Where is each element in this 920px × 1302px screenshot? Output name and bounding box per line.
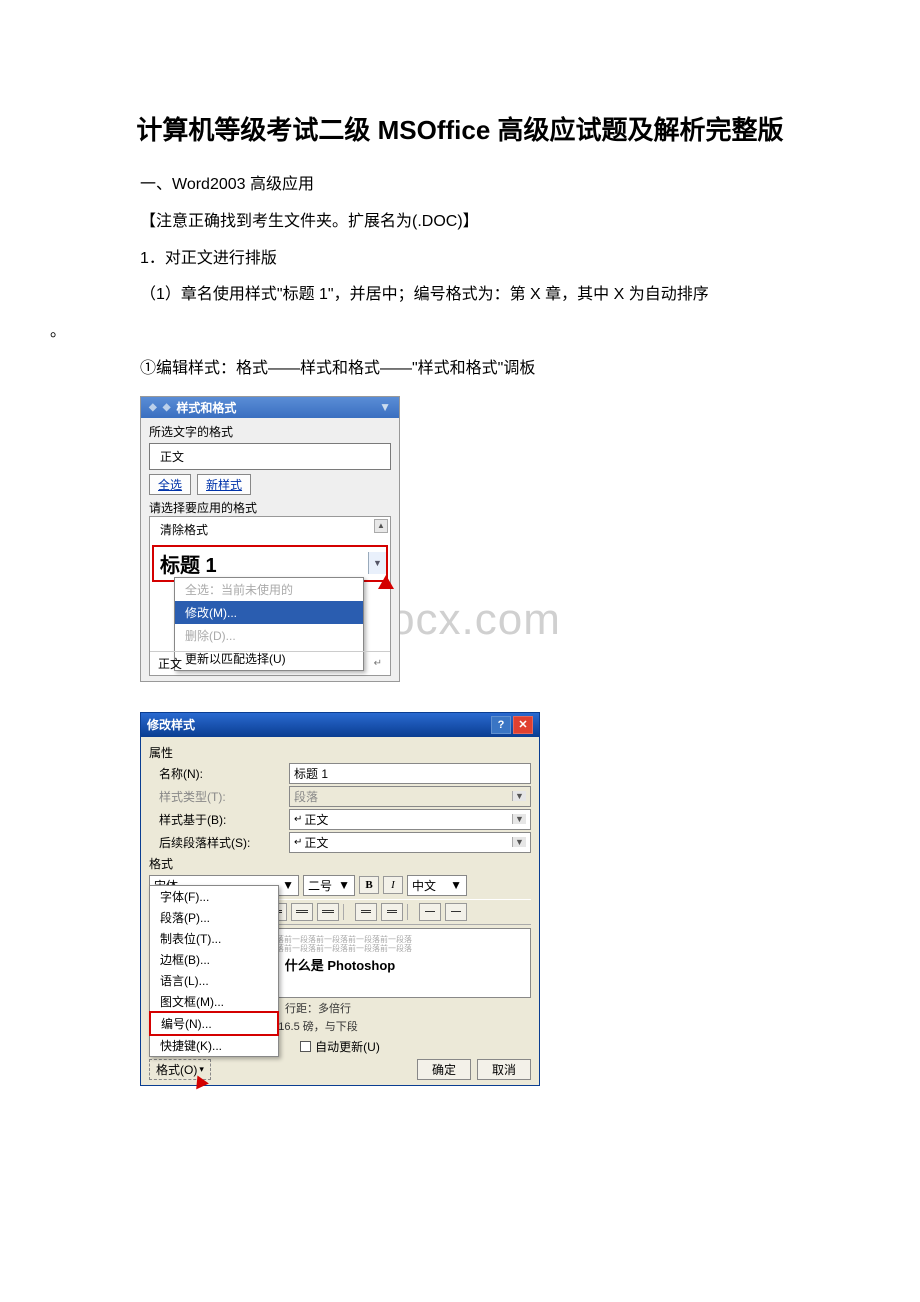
- choose-format-label: 请选择要应用的格式: [149, 499, 391, 516]
- body-text-item[interactable]: 正文 ↵: [150, 651, 390, 675]
- panel-dropdown-icon[interactable]: ▼: [379, 400, 391, 414]
- close-icon[interactable]: ✕: [513, 716, 533, 734]
- type-combo: 段落▼: [289, 786, 531, 807]
- name-label: 名称(N):: [159, 765, 289, 782]
- lang-combo[interactable]: 中文▼: [407, 875, 467, 896]
- paragraph-mark-icon: ↵: [294, 814, 302, 825]
- paragraph-step1: ①编辑样式：格式——样式和格式——"样式和格式"调板: [50, 351, 870, 388]
- follow-style-label: 后续段落样式(S):: [159, 834, 289, 851]
- nav-back-icon[interactable]: ◆: [149, 402, 157, 413]
- body-text-label: 正文: [158, 655, 182, 672]
- ok-button[interactable]: 确定: [417, 1059, 471, 1080]
- based-on-label: 样式基于(B):: [159, 811, 289, 828]
- indent-inc-button[interactable]: [381, 903, 403, 921]
- fm-tabs[interactable]: 制表位(T)...: [150, 928, 278, 949]
- annotation-arrow-icon: [378, 575, 394, 589]
- cm-modify[interactable]: 修改(M)...: [175, 601, 363, 624]
- fm-frame[interactable]: 图文框(M)...: [150, 991, 278, 1012]
- chevron-down-icon[interactable]: ▼: [450, 878, 462, 892]
- cm-select-all[interactable]: 全选：当前未使用的: [175, 578, 363, 601]
- paragraph-mark-icon: ↵: [374, 658, 382, 669]
- scroll-up-icon[interactable]: ▲: [374, 519, 388, 533]
- chevron-down-icon[interactable]: ▼: [512, 814, 526, 824]
- properties-section-label: 属性: [149, 744, 531, 761]
- name-input[interactable]: 标题 1: [289, 763, 531, 784]
- styles-formatting-panel: ◆ ◆ 样式和格式 ▼ 所选文字的格式 正文 全选 新样式 请选择要应用的格式 …: [140, 396, 400, 682]
- fm-paragraph[interactable]: 段落(P)...: [150, 907, 278, 928]
- cm-delete[interactable]: 删除(D)...: [175, 624, 363, 647]
- chevron-down-icon[interactable]: ▼: [338, 878, 350, 892]
- clear-format-item[interactable]: 清除格式: [150, 517, 390, 543]
- fm-border[interactable]: 边框(B)...: [150, 949, 278, 970]
- nav-fwd-icon[interactable]: ◆: [163, 402, 171, 413]
- heading1-label: 标题 1: [154, 547, 368, 580]
- paragraph-mark-icon: ↵: [294, 837, 302, 848]
- fm-font[interactable]: 字体(F)...: [150, 886, 278, 907]
- cancel-button[interactable]: 取消: [477, 1059, 531, 1080]
- panel-titlebar: ◆ ◆ 样式和格式 ▼: [141, 397, 399, 418]
- fm-shortcut[interactable]: 快捷键(K)...: [150, 1035, 278, 1056]
- select-all-button[interactable]: 全选: [149, 474, 191, 495]
- format-section-label: 格式: [149, 855, 531, 872]
- bold-button[interactable]: B: [359, 876, 379, 894]
- current-format-label: 所选文字的格式: [149, 423, 391, 440]
- chevron-down-icon[interactable]: ▼: [512, 837, 526, 847]
- fontsize-combo[interactable]: 二号▼: [303, 875, 355, 896]
- panel-title: 样式和格式: [176, 399, 236, 416]
- paragraph-note: 【注意正确找到考生文件夹。扩展名为(.DOC)】: [50, 204, 870, 241]
- dialog-titlebar: 修改样式 ? ✕: [141, 713, 539, 737]
- based-on-combo[interactable]: ↵正文▼: [289, 809, 531, 830]
- paragraph-section: 一、Word2003 高级应用: [50, 167, 870, 204]
- style-list: ▲ 清除格式 标题 1 ▼ 全选：当前未使用的 修改(M)... 删除(D)..…: [149, 516, 391, 676]
- current-format-box: 正文: [149, 443, 391, 470]
- chevron-down-icon[interactable]: ▼: [282, 878, 294, 892]
- indent-button[interactable]: [445, 903, 467, 921]
- linespace-2-button[interactable]: [317, 903, 339, 921]
- fm-numbering[interactable]: 编号(N)...: [149, 1011, 279, 1036]
- modify-style-dialog: 修改样式 ? ✕ 属性 名称(N): 标题 1 样式类型(T): 段落▼ 样式基…: [140, 712, 540, 1087]
- chevron-down-icon: ▼: [512, 791, 526, 801]
- outdent-button[interactable]: [419, 903, 441, 921]
- paragraph-task1-1: （1）章名使用样式"标题 1"，并居中；编号格式为：第 X 章，其中 X 为自动…: [50, 277, 870, 314]
- auto-update-checkbox[interactable]: [300, 1041, 311, 1052]
- paragraph-task1: 1．对正文进行排版: [50, 241, 870, 278]
- document-title: 计算机等级考试二级 MSOffice 高级应试题及解析完整版: [50, 110, 870, 147]
- help-icon[interactable]: ?: [491, 716, 511, 734]
- paragraph-task1-1b: 。: [50, 314, 870, 351]
- type-label: 样式类型(T):: [159, 788, 289, 805]
- indent-dec-button[interactable]: [355, 903, 377, 921]
- linespace-15-button[interactable]: [291, 903, 313, 921]
- italic-button[interactable]: I: [383, 876, 403, 894]
- new-style-button[interactable]: 新样式: [197, 474, 251, 495]
- auto-update-label: 自动更新(U): [315, 1038, 380, 1055]
- heading1-dropdown-icon[interactable]: ▼: [368, 552, 386, 574]
- format-dropdown-menu: 字体(F)... 段落(P)... 制表位(T)... 边框(B)... 语言(…: [149, 885, 279, 1057]
- fm-language[interactable]: 语言(L)...: [150, 970, 278, 991]
- follow-style-combo[interactable]: ↵正文▼: [289, 832, 531, 853]
- dialog-title: 修改样式: [147, 716, 195, 733]
